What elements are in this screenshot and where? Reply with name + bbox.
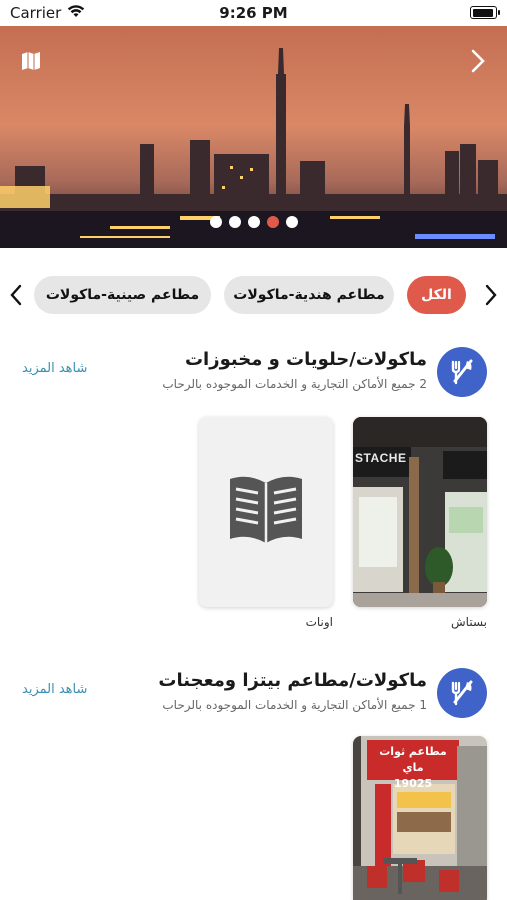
carousel-dot[interactable] [247, 216, 260, 228]
carousel-dot[interactable] [209, 216, 222, 228]
section-subtitle: 1 جميع الأماكن التجارية و الخدمات الموجو… [162, 698, 427, 712]
category-bar: مطاعم صينية-ماكولات مطاعم هندية-ماكولات … [0, 270, 507, 320]
category-chip-all[interactable]: الكل [407, 276, 466, 314]
carousel-dot[interactable] [285, 216, 298, 228]
place-photo: مطاعم ثوات ماي 19025 [353, 736, 487, 900]
status-bar: Carrier 9:26 PM [0, 0, 507, 26]
section-subtitle: 2 جميع الأماكن التجارية و الخدمات الموجو… [162, 377, 427, 391]
shop-sign-number: 19025 [393, 777, 433, 790]
section-sweets-bakery: ماكولات/حلويات و مخبوزات 2 جميع الأماكن … [0, 347, 507, 637]
battery-icon [470, 6, 500, 19]
map-icon[interactable] [14, 44, 48, 78]
place-card[interactable]: مطاعم ثوات ماي 19025 [353, 736, 487, 900]
see-more-link[interactable]: شاهد المزيد [22, 361, 87, 376]
category-chip-indian[interactable]: مطاعم هندية-ماكولات [224, 276, 394, 314]
see-more-link[interactable]: شاهد المزيد [22, 682, 87, 697]
fork-knife-icon [437, 668, 487, 718]
place-photo: STACHE [353, 417, 487, 607]
fork-knife-icon [437, 347, 487, 397]
place-card[interactable]: اونات [199, 417, 333, 629]
hero-image [0, 26, 507, 248]
clock: 9:26 PM [219, 4, 288, 22]
place-card[interactable]: STACHE بستاش [353, 417, 487, 629]
section-pizza-pastries: ماكولات/مطاعم بيتزا ومعجنات 1 جميع الأما… [0, 668, 507, 900]
shop-sign-arabic: مطاعم ثوات ماي [379, 745, 447, 774]
category-chip-chinese[interactable]: مطاعم صينية-ماكولات [34, 276, 211, 314]
shop-sign-text: STACHE [355, 451, 407, 465]
section-title: ماكولات/مطاعم بيتزا ومعجنات [158, 670, 427, 691]
hero-carousel[interactable] [0, 26, 507, 248]
carousel-dots [0, 216, 507, 228]
carousel-dot-active[interactable] [266, 216, 279, 228]
chevron-right-icon[interactable] [461, 44, 495, 78]
place-name: بستاش [451, 615, 487, 629]
section-title: ماكولات/حلويات و مخبوزات [184, 349, 427, 370]
place-name: اونات [305, 615, 333, 629]
chevron-left-icon[interactable] [4, 280, 28, 310]
shop-sign-text: مطاعم ثوات ماي 19025 [371, 744, 455, 792]
chevron-right-icon[interactable] [479, 280, 503, 310]
placeholder-book-icon [199, 417, 333, 607]
carousel-dot[interactable] [228, 216, 241, 228]
